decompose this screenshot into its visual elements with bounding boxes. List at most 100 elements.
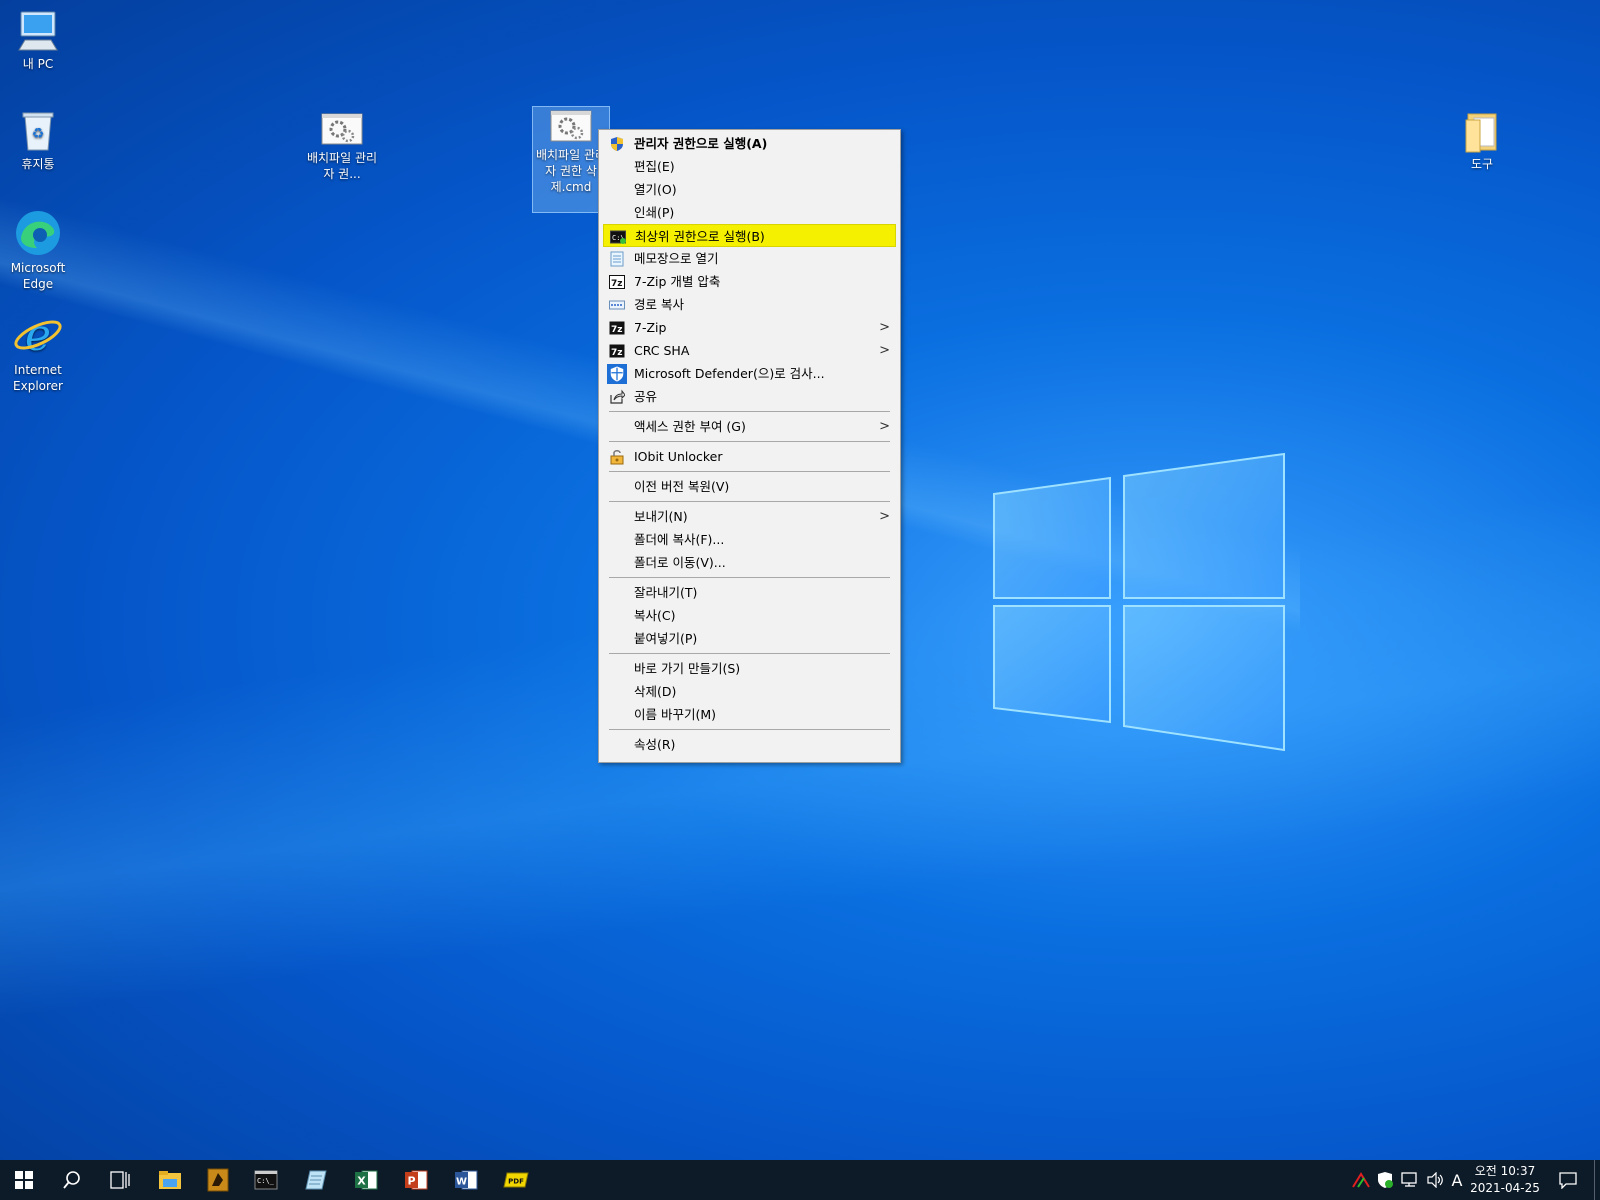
edge-icon [16, 211, 60, 255]
menu-item-share[interactable]: 공유 [599, 385, 900, 408]
context-menu: 관리자 권한으로 실행(A) 편집(E) 열기(O) 인쇄(P) C:\ 최상위… [598, 129, 901, 763]
windows-wallpaper-logo [993, 452, 1285, 752]
menu-item-properties[interactable]: 속성(R) [599, 733, 900, 756]
menu-item-label: 바로 가기 만들기(S) [634, 661, 741, 676]
menu-item-grant-access[interactable]: 액세스 권한 부여 (G) > [599, 415, 900, 438]
script-app-icon [207, 1168, 229, 1192]
ime-indicator[interactable]: A [1448, 1160, 1466, 1200]
taskbar-excel[interactable]: X [342, 1160, 390, 1200]
taskbar-file-explorer[interactable] [146, 1160, 194, 1200]
menu-separator [599, 408, 900, 415]
batch-file-gear-icon [550, 110, 592, 142]
taskbar-app-amber[interactable] [194, 1160, 242, 1200]
share-icon [610, 389, 625, 404]
svg-text:PDF: PDF [508, 1178, 524, 1186]
menu-item-edit[interactable]: 편집(E) [599, 155, 900, 178]
clock-time: 오전 10:37 [1474, 1164, 1536, 1178]
svg-text:7z: 7z [611, 279, 623, 289]
menu-item-label: 최상위 권한으로 실행(B) [635, 229, 765, 244]
svg-text:C:\_: C:\_ [257, 1177, 275, 1185]
powerpoint-icon: P [405, 1170, 428, 1190]
menu-item-cut[interactable]: 잘라내기(T) [599, 581, 900, 604]
menu-item-7zip-individual[interactable]: 7z 7-Zip 개별 압축 [599, 270, 900, 293]
tray-app-icon[interactable] [1350, 1160, 1372, 1200]
menu-item-label: 복사(C) [634, 608, 676, 623]
menu-item-label: 편집(E) [634, 159, 675, 174]
menu-item-move-to-folder[interactable]: 폴더로 이동(V)... [599, 551, 900, 574]
file-explorer-icon [159, 1171, 181, 1189]
desktop-icon-internet-explorer[interactable]: e Internet Explorer [0, 310, 76, 394]
search-button[interactable] [48, 1160, 96, 1200]
menu-item-create-shortcut[interactable]: 바로 가기 만들기(S) [599, 657, 900, 680]
menu-item-paste[interactable]: 붙여넣기(P) [599, 627, 900, 650]
menu-separator [599, 726, 900, 733]
svg-text:W: W [456, 1177, 467, 1188]
folder-icon [1465, 113, 1497, 153]
tray-security[interactable] [1374, 1160, 1396, 1200]
menu-separator [599, 498, 900, 505]
taskbar-word[interactable]: W [442, 1160, 490, 1200]
menu-item-iobit-unlocker[interactable]: IObit Unlocker [599, 445, 900, 468]
desktop-icon-batch-file-1[interactable]: 배치파일 관리자 권... [304, 110, 380, 182]
desktop-icon-label: 배치파일 관리자 권... [306, 151, 378, 181]
7zip-icon: 7z [609, 275, 625, 289]
excel-icon: X [355, 1170, 378, 1190]
svg-text:7z: 7z [611, 325, 623, 335]
desktop-icon-label: 배치파일 관리자 권한 삭제.cmd [535, 148, 607, 194]
path-copy-icon [609, 300, 625, 310]
menu-item-label: 잘라내기(T) [634, 585, 698, 600]
menu-item-delete[interactable]: 삭제(D) [599, 680, 900, 703]
desktop-icon-label: 도구 [1470, 157, 1494, 171]
menu-item-send-to[interactable]: 보내기(N) > [599, 505, 900, 528]
menu-separator [599, 468, 900, 475]
menu-item-run-highest-privilege[interactable]: C:\ 최상위 권한으로 실행(B) [603, 224, 896, 247]
menu-item-defender-scan[interactable]: Microsoft Defender(으)로 검사... [599, 362, 900, 385]
menu-item-7zip[interactable]: 7z 7-Zip > [599, 316, 900, 339]
start-button[interactable] [0, 1160, 48, 1200]
menu-item-label: CRC SHA [634, 343, 690, 358]
taskbar-console[interactable]: C:\_ [242, 1160, 290, 1200]
tray-network[interactable] [1398, 1160, 1422, 1200]
chevron-right-icon: > [879, 419, 890, 434]
unlocker-icon [610, 450, 624, 465]
menu-item-print[interactable]: 인쇄(P) [599, 201, 900, 224]
svg-text:e: e [25, 310, 51, 360]
menu-item-label: Microsoft Defender(으)로 검사... [634, 366, 825, 381]
svg-text:X: X [357, 1175, 366, 1188]
menu-item-open[interactable]: 열기(O) [599, 178, 900, 201]
menu-item-copy[interactable]: 복사(C) [599, 604, 900, 627]
chevron-right-icon: > [879, 509, 890, 524]
menu-item-copy-path[interactable]: 경로 복사 [599, 293, 900, 316]
desktop-icon-this-pc[interactable]: 내 PC [0, 8, 76, 72]
show-desktop-divider[interactable] [1594, 1160, 1595, 1200]
menu-item-restore-previous-versions[interactable]: 이전 버전 복원(V) [599, 475, 900, 498]
menu-item-label: 공유 [634, 389, 658, 404]
task-view-button[interactable] [96, 1160, 144, 1200]
action-center-button[interactable] [1552, 1160, 1584, 1200]
menu-item-open-notepad[interactable]: 메모장으로 열기 [599, 247, 900, 270]
menu-separator [599, 650, 900, 657]
menu-item-label: 열기(O) [634, 182, 677, 197]
menu-item-crc-sha[interactable]: 7z CRC SHA > [599, 339, 900, 362]
menu-item-label: 액세스 권한 부여 (G) [634, 419, 746, 434]
clock-date: 2021-04-25 [1470, 1181, 1540, 1195]
taskbar-pdf[interactable]: PDF [492, 1160, 540, 1200]
menu-item-run-as-admin[interactable]: 관리자 권한으로 실행(A) [599, 132, 900, 155]
menu-item-label: 7-Zip 개별 압축 [634, 274, 721, 289]
desktop-icon-recycle-bin[interactable]: ♻ 휴지통 [0, 108, 76, 172]
console-icon: C:\_ [254, 1170, 278, 1190]
menu-item-copy-to-folder[interactable]: 폴더에 복사(F)... [599, 528, 900, 551]
desktop-icon-tools-folder[interactable]: 도구 [1444, 110, 1520, 172]
taskbar-notepad[interactable] [292, 1160, 340, 1200]
menu-item-label: 삭제(D) [634, 684, 677, 699]
taskbar-clock[interactable]: 오전 10:37 2021-04-25 [1466, 1163, 1544, 1197]
taskbar-powerpoint[interactable]: P [392, 1160, 440, 1200]
search-icon [63, 1171, 80, 1189]
menu-item-label: 이름 바꾸기(M) [634, 707, 717, 722]
chevron-right-icon: > [879, 343, 890, 358]
tray-volume[interactable] [1424, 1160, 1448, 1200]
desktop-icon-edge[interactable]: Microsoft Edge [0, 208, 76, 292]
menu-item-label: 속성(R) [634, 737, 676, 752]
desktop-icon-label: Microsoft Edge [10, 261, 66, 291]
menu-item-rename[interactable]: 이름 바꾸기(M) [599, 703, 900, 726]
